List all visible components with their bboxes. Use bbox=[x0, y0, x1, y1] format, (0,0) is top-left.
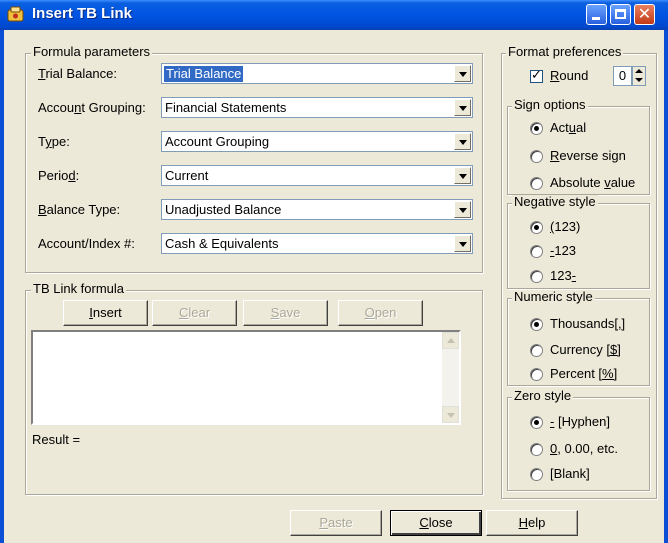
radio-actual[interactable] bbox=[530, 122, 543, 135]
zero-decimals-label: 0, 0.00, etc. bbox=[550, 441, 618, 456]
chevron-down-icon[interactable] bbox=[454, 201, 471, 218]
absolute-value-label: Absolute value bbox=[550, 175, 636, 190]
round-checkbox[interactable]: ✓ bbox=[530, 68, 543, 83]
balance-type-value: Unadjusted Balance bbox=[165, 202, 282, 217]
account-index-label: Account/Index #: bbox=[38, 236, 135, 251]
parentheses-label: (123) bbox=[550, 219, 581, 234]
radio-hyphen[interactable] bbox=[530, 416, 543, 429]
actual-label: Actual bbox=[550, 120, 587, 135]
formula-textarea[interactable] bbox=[31, 330, 461, 425]
radio-zero-decimals[interactable] bbox=[530, 443, 543, 456]
insert-button[interactable]: Insert bbox=[63, 300, 148, 326]
negative-style-legend: Negative style bbox=[512, 194, 598, 209]
formula-parameters-legend: Formula parameters bbox=[31, 44, 153, 59]
minimize-icon bbox=[592, 17, 600, 20]
scroll-up-icon[interactable] bbox=[442, 332, 459, 349]
radio-blank[interactable] bbox=[530, 468, 543, 481]
radio-thousands[interactable] bbox=[530, 318, 543, 331]
account-grouping-label: Account Grouping: bbox=[38, 100, 146, 115]
checkmark-icon: ✓ bbox=[531, 68, 542, 83]
trial-balance-value: Trial Balance bbox=[164, 66, 244, 82]
format-preferences-legend: Format preferences bbox=[506, 44, 624, 59]
radio-leading-minus[interactable] bbox=[530, 245, 543, 258]
sign-options-legend: Sign options bbox=[512, 97, 588, 112]
radio-currency[interactable] bbox=[530, 344, 543, 357]
app-icon bbox=[7, 6, 24, 22]
radio-trailing-minus[interactable] bbox=[530, 270, 543, 283]
maximize-button[interactable] bbox=[610, 4, 631, 25]
radio-reverse-sign[interactable] bbox=[530, 150, 543, 163]
hyphen-label: - [Hyphen] bbox=[550, 414, 610, 429]
trial-balance-combo[interactable]: Trial Balance bbox=[161, 63, 473, 84]
balance-type-combo[interactable]: Unadjusted Balance bbox=[161, 199, 473, 220]
type-label: Type: bbox=[38, 134, 70, 149]
tb-link-formula-legend: TB Link formula bbox=[31, 281, 127, 296]
trailing-minus-label: 123- bbox=[550, 268, 577, 283]
close-button[interactable]: Close bbox=[390, 510, 482, 536]
reverse-sign-label: Reverse sign bbox=[550, 148, 626, 163]
spin-up-icon[interactable] bbox=[633, 67, 645, 76]
trial-balance-label: Trial Balance: bbox=[38, 66, 118, 81]
account-grouping-combo[interactable]: Financial Statements bbox=[161, 97, 473, 118]
zero-style-legend: Zero style bbox=[512, 388, 574, 403]
round-label: Round bbox=[550, 68, 589, 83]
percent-label: Percent [%] bbox=[550, 366, 618, 381]
close-window-button[interactable]: ✕ bbox=[634, 4, 655, 25]
window-frame-right bbox=[664, 30, 668, 543]
chevron-down-icon[interactable] bbox=[454, 167, 471, 184]
radio-absolute-value[interactable] bbox=[530, 177, 543, 190]
round-spinner[interactable] bbox=[632, 66, 646, 86]
window-frame-left bbox=[0, 30, 4, 543]
thousands-label: Thousands[,] bbox=[550, 316, 626, 331]
negative-style-group bbox=[507, 203, 650, 289]
radio-percent[interactable] bbox=[530, 368, 543, 381]
vertical-scrollbar[interactable] bbox=[442, 332, 459, 423]
radio-parentheses[interactable] bbox=[530, 221, 543, 234]
result-label: Result = bbox=[32, 432, 81, 447]
period-value: Current bbox=[165, 168, 209, 183]
chevron-down-icon[interactable] bbox=[454, 133, 471, 150]
chevron-down-icon[interactable] bbox=[454, 99, 471, 116]
account-grouping-value: Financial Statements bbox=[165, 100, 287, 115]
account-index-combo[interactable]: Cash & Equivalents bbox=[161, 233, 473, 254]
account-index-value: Cash & Equivalents bbox=[165, 236, 279, 251]
save-button[interactable]: Save bbox=[243, 300, 328, 326]
open-button[interactable]: Open bbox=[338, 300, 423, 326]
minimize-button[interactable] bbox=[586, 4, 607, 25]
period-label: Period: bbox=[38, 168, 80, 183]
period-combo[interactable]: Current bbox=[161, 165, 473, 186]
type-value: Account Grouping bbox=[165, 134, 270, 149]
window-title: Insert TB Link bbox=[32, 5, 133, 22]
currency-label: Currency [$] bbox=[550, 342, 621, 357]
balance-type-label: Balance Type: bbox=[38, 202, 121, 217]
maximize-icon bbox=[615, 9, 626, 19]
chevron-down-icon[interactable] bbox=[454, 235, 471, 252]
help-button[interactable]: Help bbox=[486, 510, 578, 536]
round-decimals-field[interactable]: 0 bbox=[613, 66, 632, 86]
leading-minus-label: -123 bbox=[550, 243, 577, 258]
scroll-down-icon[interactable] bbox=[442, 406, 459, 423]
clear-button[interactable]: Clear bbox=[152, 300, 237, 326]
numeric-style-legend: Numeric style bbox=[512, 289, 595, 304]
close-icon: ✕ bbox=[637, 4, 652, 23]
spin-down-icon[interactable] bbox=[633, 76, 645, 85]
paste-button[interactable]: Paste bbox=[290, 510, 382, 536]
chevron-down-icon[interactable] bbox=[454, 65, 471, 82]
type-combo[interactable]: Account Grouping bbox=[161, 131, 473, 152]
blank-label: [Blank] bbox=[550, 466, 590, 481]
